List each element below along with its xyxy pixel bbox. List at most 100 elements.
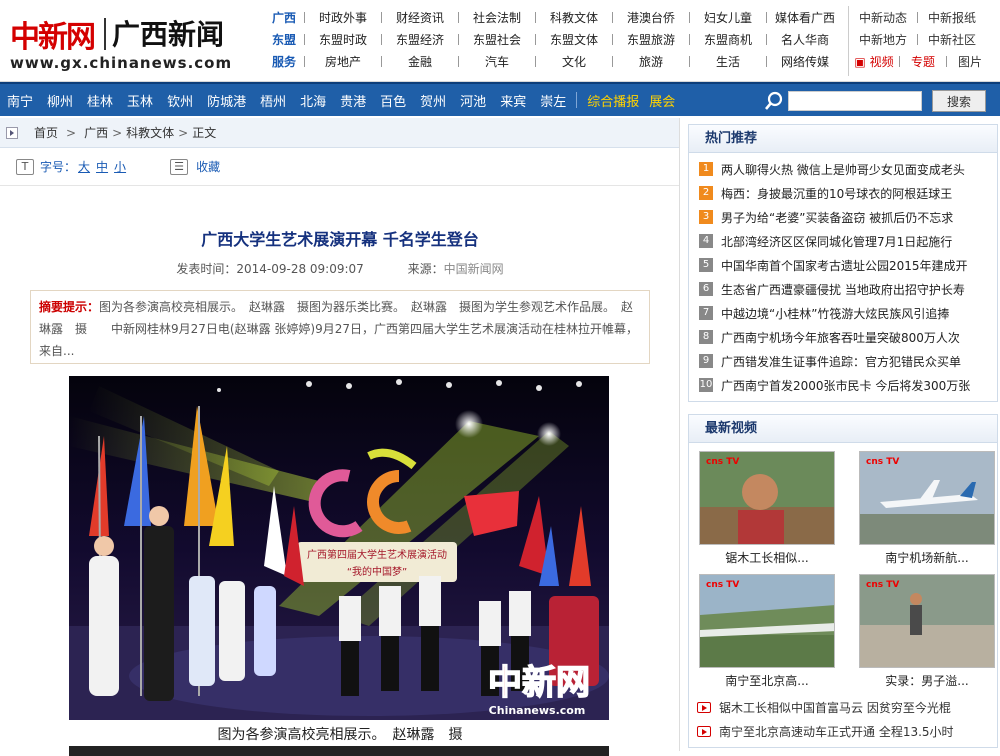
nav-link[interactable]: 港澳台侨 bbox=[615, 9, 687, 26]
nav-row-head[interactable]: 东盟 bbox=[272, 31, 302, 48]
video-list-item[interactable]: 南宁至北京高速动车正式开通 全程13.5小时 bbox=[697, 719, 997, 743]
city-link[interactable]: 钦州 bbox=[167, 91, 193, 110]
city-link[interactable]: 北海 bbox=[300, 91, 326, 110]
right-nav-link[interactable]: 中新社区 bbox=[918, 31, 986, 48]
nav-link[interactable]: 金融 bbox=[384, 53, 456, 70]
nav-row-head[interactable]: 广西 bbox=[272, 9, 302, 26]
video-thumbnail[interactable]: cns TV bbox=[859, 451, 995, 545]
video-card[interactable]: cns TV 实录：男子溢... bbox=[859, 574, 1000, 689]
video-card[interactable]: cns TV 南宁至北京高... bbox=[699, 574, 847, 689]
video-caption[interactable]: 锯木工长相似... bbox=[699, 549, 835, 566]
nav-link[interactable]: 东盟商机 bbox=[692, 31, 764, 48]
svg-text:Chinanews.com: Chinanews.com bbox=[489, 704, 586, 717]
video-thumbnail[interactable]: cns TV bbox=[859, 574, 995, 668]
right-nav-link[interactable]: 中新动态 bbox=[849, 9, 917, 26]
breadcrumb-separator: > bbox=[66, 125, 77, 140]
city-bar-feature-link[interactable]: 展会 bbox=[649, 91, 675, 110]
hot-list-item[interactable]: 5 中国华南首个国家考古遗址公园2015年建成开 bbox=[689, 253, 997, 277]
city-bar-feature-link[interactable]: 综合播报 bbox=[587, 91, 639, 110]
city-link[interactable]: 梧州 bbox=[260, 91, 286, 110]
nav-link[interactable]: 名人华商 bbox=[769, 31, 841, 48]
hot-list-item[interactable]: 10 广西南宁首发2000张市民卡 今后将发300万张 bbox=[689, 373, 997, 397]
video-card[interactable]: cns TV 南宁机场新航... bbox=[859, 451, 1000, 566]
video-card[interactable]: cns TV 锯木工长相似... bbox=[699, 451, 847, 566]
nav-row-head[interactable]: 服务 bbox=[272, 53, 302, 70]
video-list-item[interactable]: 锯木工长相似中国首富马云 因贫穷至今光棍 bbox=[697, 695, 997, 719]
site-logo[interactable]: 中新网 广西新闻 www.gx.chinanews.com bbox=[8, 8, 258, 78]
favorite-button[interactable]: ☰ 收藏 bbox=[170, 158, 220, 175]
city-link[interactable]: 防城港 bbox=[207, 91, 246, 110]
site-header: 中新网 广西新闻 www.gx.chinanews.com 广西 时政外事 财经资讯… bbox=[0, 0, 1000, 82]
right-nav-link[interactable]: ▣ 视频 bbox=[849, 53, 899, 70]
nav-link[interactable]: 东盟经济 bbox=[384, 31, 456, 48]
nav-separator bbox=[766, 33, 767, 45]
svg-text:cns TV: cns TV bbox=[706, 580, 739, 590]
nav-link[interactable]: 东盟旅游 bbox=[615, 31, 687, 48]
rank-badge: 1 bbox=[699, 162, 713, 176]
city-link[interactable]: 柳州 bbox=[47, 91, 73, 110]
nav-link[interactable]: 旅游 bbox=[615, 53, 687, 70]
nav-link[interactable]: 东盟文体 bbox=[538, 31, 610, 48]
nav-link[interactable]: 东盟社会 bbox=[461, 31, 533, 48]
search-icon[interactable] bbox=[764, 91, 784, 111]
hot-list-item[interactable]: 7 中越边境“小桂林”竹筏游大炫民族风引追捧 bbox=[689, 301, 997, 325]
city-link[interactable]: 河池 bbox=[460, 91, 486, 110]
nav-row: 服务 房地产 金融 汽车 文化 旅游 生活 网络传媒 bbox=[272, 52, 841, 70]
nav-separator bbox=[304, 11, 305, 23]
search-button[interactable]: 搜索 bbox=[932, 90, 986, 112]
rank-badge: 9 bbox=[699, 354, 713, 368]
right-nav-row: ▣ 视频 专题 图片 bbox=[849, 50, 996, 72]
nav-link[interactable]: 财经资讯 bbox=[384, 9, 456, 26]
nav-link[interactable]: 时政外事 bbox=[307, 9, 379, 26]
second-photo-top bbox=[69, 746, 609, 756]
nav-link[interactable]: 生活 bbox=[692, 53, 764, 70]
video-caption[interactable]: 南宁机场新航... bbox=[859, 549, 995, 566]
search-input[interactable] bbox=[788, 91, 922, 111]
city-link[interactable]: 桂林 bbox=[87, 91, 113, 110]
hot-list-item[interactable]: 8 广西南宁机场今年旅客吞吐量突破800万人次 bbox=[689, 325, 997, 349]
breadcrumb-separator: > bbox=[112, 125, 123, 140]
city-link[interactable]: 玉林 bbox=[127, 91, 153, 110]
nav-link[interactable]: 东盟时政 bbox=[307, 31, 379, 48]
right-nav-link[interactable]: 中新报纸 bbox=[918, 9, 986, 26]
video-list: 锯木工长相似中国首富马云 因贫穷至今光棍 南宁至北京高速动车正式开通 全程13.5… bbox=[689, 689, 997, 747]
city-link[interactable]: 崇左 bbox=[540, 91, 566, 110]
hot-list-item[interactable]: 1 两人聊得火热 微信上是帅哥少女见面变成老头 bbox=[689, 157, 997, 181]
nav-link[interactable]: 汽车 bbox=[461, 53, 533, 70]
video-thumbnail[interactable]: cns TV bbox=[699, 451, 835, 545]
breadcrumb-section[interactable]: 科教文体 bbox=[126, 124, 174, 141]
city-link[interactable]: 贺州 bbox=[420, 91, 446, 110]
article-column: 首页 > 广西 > 科教文体 > 正文 T 字号： 大 中 小 ☰ 收藏 广西大学生艺术… bbox=[0, 118, 680, 756]
right-nav-link[interactable]: 图片 bbox=[947, 53, 993, 70]
hot-list-item[interactable]: 9 广西错发准生证事件追踪：官方犯错民众买单 bbox=[689, 349, 997, 373]
nav-link[interactable]: 文化 bbox=[538, 53, 610, 70]
video-caption[interactable]: 南宁至北京高... bbox=[699, 672, 835, 689]
nav-link[interactable]: 社会法制 bbox=[461, 9, 533, 26]
video-caption[interactable]: 实录：男子溢... bbox=[859, 672, 995, 689]
nav-separator bbox=[766, 55, 767, 67]
rank-badge: 10 bbox=[699, 378, 713, 392]
video-thumbnail[interactable]: cns TV bbox=[699, 574, 835, 668]
font-size-large[interactable]: 大 bbox=[78, 158, 90, 175]
font-size-small[interactable]: 小 bbox=[114, 158, 126, 175]
hot-list-item[interactable]: 3 男子为给“老婆”买装备盗窃 被抓后仍不忘求 bbox=[689, 205, 997, 229]
source-link[interactable]: 中国新闻网 bbox=[444, 262, 504, 276]
font-size-medium[interactable]: 中 bbox=[96, 158, 108, 175]
city-link[interactable]: 贵港 bbox=[340, 91, 366, 110]
nav-link[interactable]: 科教文体 bbox=[538, 9, 610, 26]
nav-link[interactable]: 网络传媒 bbox=[769, 53, 841, 70]
hot-list-item[interactable]: 6 生态省广西遭豪疆侵扰 当地政府出招守护长寿 bbox=[689, 277, 997, 301]
city-link[interactable]: 南宁 bbox=[7, 91, 33, 110]
nav-separator bbox=[381, 33, 382, 45]
hot-list-item[interactable]: 2 梅西：身披最沉重的10号球衣的阿根廷球王 bbox=[689, 181, 997, 205]
nav-link[interactable]: 妇女儿童 bbox=[692, 9, 764, 26]
city-link[interactable]: 百色 bbox=[380, 91, 406, 110]
nav-link[interactable]: 媒体看广西 bbox=[769, 9, 841, 26]
right-nav-link[interactable]: 专题 bbox=[900, 53, 946, 70]
breadcrumb-guangxi[interactable]: 广西 bbox=[84, 124, 108, 141]
nav-link[interactable]: 房地产 bbox=[307, 53, 379, 70]
city-link[interactable]: 来宾 bbox=[500, 91, 526, 110]
hot-list-item[interactable]: 4 北部湾经济区区保同城化管理7月1日起施行 bbox=[689, 229, 997, 253]
breadcrumb-home[interactable]: 首页 bbox=[34, 124, 58, 141]
right-nav-link[interactable]: 中新地方 bbox=[849, 31, 917, 48]
